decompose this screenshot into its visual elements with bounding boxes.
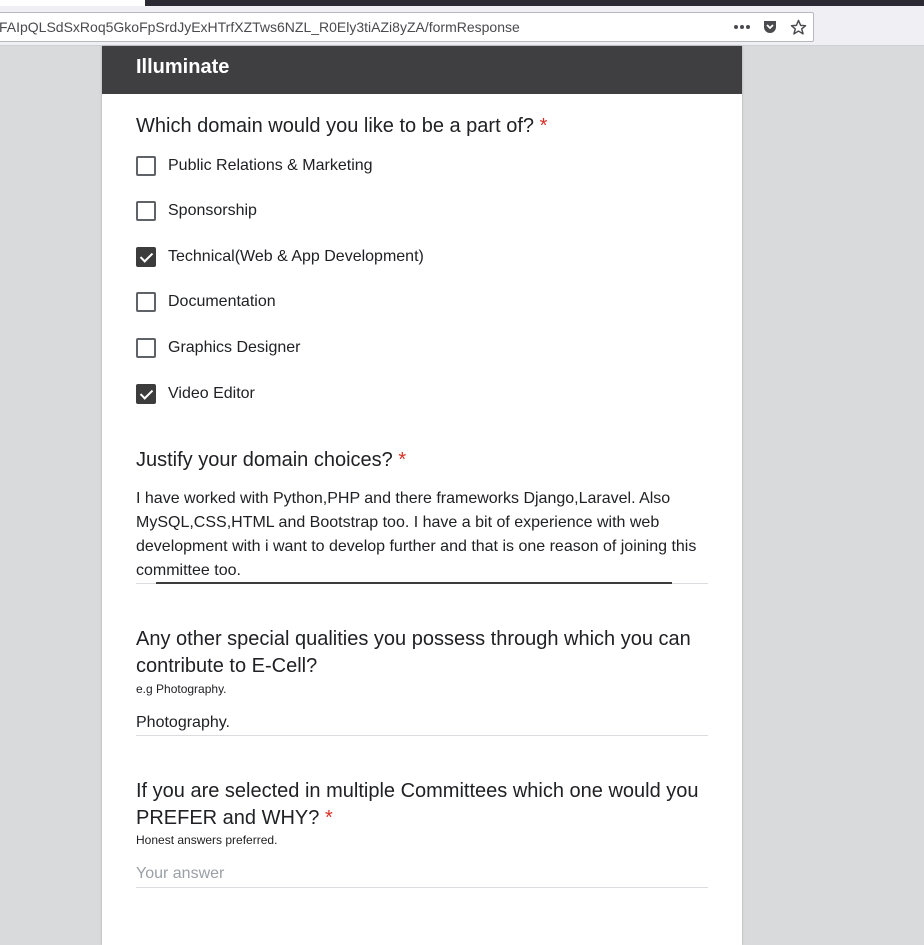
checkbox[interactable] xyxy=(136,156,156,176)
option-technical[interactable]: Technical(Web & App Development) xyxy=(136,246,424,268)
option-label: Technical(Web & App Development) xyxy=(168,248,424,265)
answer-underline xyxy=(136,735,708,736)
option-sponsorship[interactable]: Sponsorship xyxy=(136,200,257,222)
question-text-line: Any other special qualities you possess … xyxy=(136,628,691,650)
question-domain-title: Which domain would you like to be a part… xyxy=(136,113,716,140)
form-title: Illuminate xyxy=(136,56,230,78)
browser-toolbar: FAIpQLSdSxRoq5GkoFpSrdJyExHTrfXZTws6NZL_… xyxy=(0,6,924,46)
url-actions xyxy=(733,17,807,37)
option-public-relations[interactable]: Public Relations & Marketing xyxy=(136,155,373,177)
address-bar[interactable]: FAIpQLSdSxRoq5GkoFpSrdJyExHTrfXZTws6NZL_… xyxy=(0,12,814,42)
question-justify-title: Justify your domain choices? * xyxy=(136,447,716,474)
option-graphics-designer[interactable]: Graphics Designer xyxy=(136,337,301,359)
checkbox-checked[interactable] xyxy=(136,247,156,267)
form-header: Illuminate xyxy=(102,46,742,94)
answer-focus-underline xyxy=(156,582,672,584)
question-text: Which domain would you like to be a part… xyxy=(136,115,534,137)
option-label: Video Editor xyxy=(168,385,255,402)
committee-preference-input[interactable]: Your answer xyxy=(136,865,224,883)
required-asterisk: * xyxy=(539,115,548,137)
question-text: PREFER and WHY? xyxy=(136,807,320,829)
option-label: Public Relations & Marketing xyxy=(168,157,373,174)
question-special-qualities-title: Any other special qualities you possess … xyxy=(136,626,716,680)
required-asterisk: * xyxy=(324,807,333,829)
checkbox-checked[interactable] xyxy=(136,384,156,404)
question-text-line: If you are selected in multiple Committe… xyxy=(136,780,699,802)
required-asterisk: * xyxy=(398,449,407,471)
question-committee-preference-title: If you are selected in multiple Committe… xyxy=(136,778,716,832)
question-description: Honest answers preferred. xyxy=(136,833,278,847)
answer-line: I have worked with Python,PHP and there … xyxy=(136,490,671,507)
answer-line: committee too. xyxy=(136,562,241,579)
option-video-editor[interactable]: Video Editor xyxy=(136,383,255,405)
justify-answer-textarea[interactable]: I have worked with Python,PHP and there … xyxy=(136,487,708,583)
special-qualities-input[interactable]: Photography. xyxy=(136,711,708,735)
form-card: Illuminate Which domain would you like t… xyxy=(102,46,742,945)
answer-line: MySQL,CSS,HTML and Bootstrap too. I have… xyxy=(136,514,660,531)
question-description: e.g Photography. xyxy=(136,682,227,696)
url-text[interactable]: FAIpQLSdSxRoq5GkoFpSrdJyExHTrfXZTws6NZL_… xyxy=(0,19,520,35)
more-dots-icon[interactable] xyxy=(733,17,751,37)
pocket-icon[interactable] xyxy=(761,17,779,37)
answer-line: development with i want to develop furth… xyxy=(136,538,697,555)
checkbox[interactable] xyxy=(136,201,156,221)
option-label: Documentation xyxy=(168,293,276,310)
question-text-line-2: PREFER and WHY? * xyxy=(136,805,716,832)
option-label: Graphics Designer xyxy=(168,339,301,356)
option-documentation[interactable]: Documentation xyxy=(136,291,276,313)
checkbox[interactable] xyxy=(136,292,156,312)
answer-underline xyxy=(136,887,708,888)
option-label: Sponsorship xyxy=(168,202,257,219)
bookmark-star-icon[interactable] xyxy=(789,17,807,37)
question-text: Justify your domain choices? xyxy=(136,449,393,471)
checkbox[interactable] xyxy=(136,338,156,358)
question-text-line: contribute to E-Cell? xyxy=(136,655,318,677)
